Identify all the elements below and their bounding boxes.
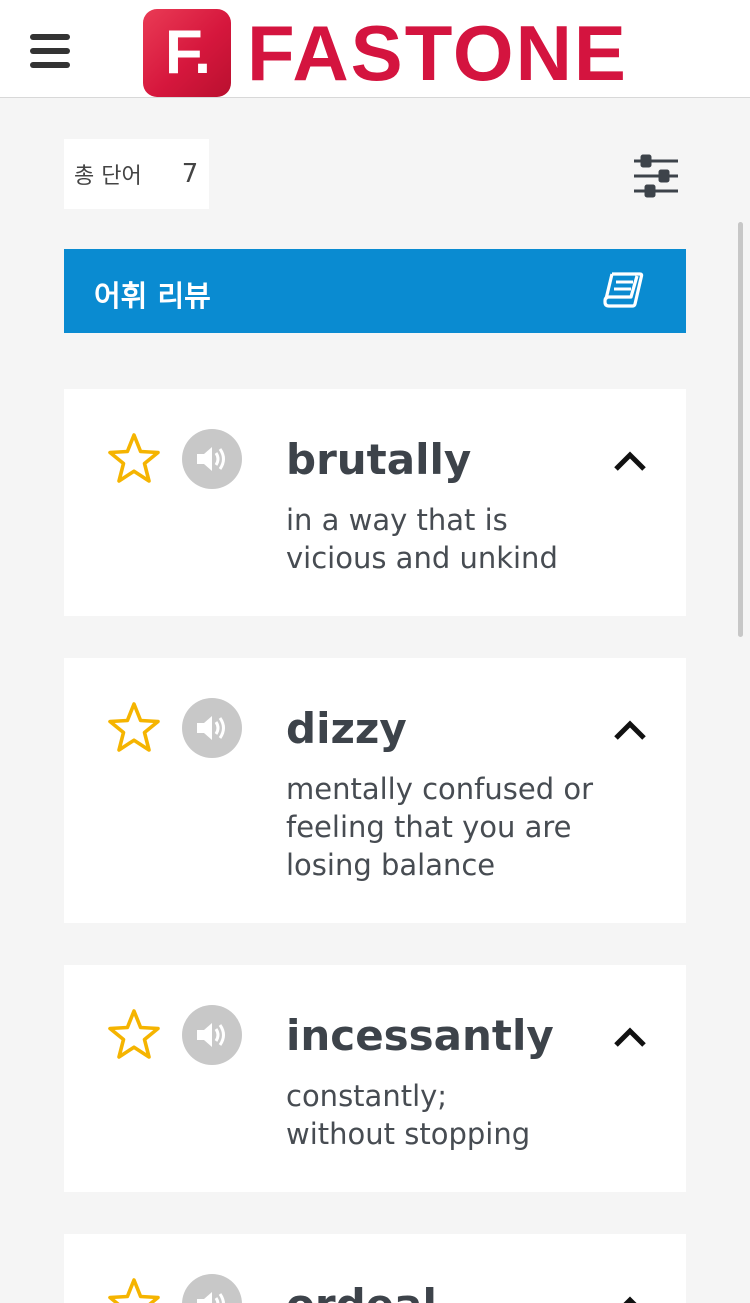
word-term: incessantly xyxy=(286,1011,554,1060)
logo-text: FASTONE xyxy=(247,9,628,97)
word-card: ordeal xyxy=(64,1234,686,1303)
vocab-review-button[interactable]: 어휘 리뷰 xyxy=(64,249,686,333)
menu-line xyxy=(30,62,70,68)
menu-line xyxy=(30,48,70,54)
word-count-label: 총 단어 xyxy=(74,164,142,189)
word-definition: constantly; without stopping xyxy=(286,1077,616,1153)
logo-mark-text: F. xyxy=(164,18,211,87)
word-count-value: 7 xyxy=(181,159,199,189)
menu-line xyxy=(30,34,70,40)
definition-line: mentally confused or xyxy=(286,772,594,806)
star-outline-icon[interactable] xyxy=(106,431,162,487)
chevron-up-icon[interactable] xyxy=(612,1290,648,1303)
word-card: incessantly constantly; without stopping xyxy=(64,965,686,1192)
definition-line: vicious and unkind xyxy=(286,541,558,575)
chevron-up-icon[interactable] xyxy=(612,1021,648,1053)
word-term: ordeal xyxy=(286,1278,437,1303)
word-term: dizzy xyxy=(286,704,407,753)
word-term: brutally xyxy=(286,435,472,484)
scrollbar[interactable] xyxy=(738,222,743,637)
definition-line: feeling that you are xyxy=(286,810,572,844)
star-outline-icon[interactable] xyxy=(106,1007,162,1063)
sliders-icon[interactable] xyxy=(632,154,680,198)
book-icon xyxy=(603,272,644,308)
star-outline-icon[interactable] xyxy=(106,700,162,756)
speaker-icon[interactable] xyxy=(182,1274,242,1303)
logo-mark-icon: F. xyxy=(143,9,231,97)
star-outline-icon[interactable] xyxy=(106,1276,162,1303)
chevron-up-icon[interactable] xyxy=(612,714,648,746)
definition-line: in a way that is xyxy=(286,503,508,537)
hamburger-icon[interactable] xyxy=(30,34,74,74)
definition-line: without stopping xyxy=(286,1117,531,1151)
speaker-icon[interactable] xyxy=(182,429,242,489)
vocab-review-label: 어휘 리뷰 xyxy=(94,279,211,313)
word-card: dizzy mentally confused or feeling that y… xyxy=(64,658,686,923)
brand-logo[interactable]: F. FASTONE xyxy=(143,8,628,98)
definition-line: losing balance xyxy=(286,848,496,882)
word-definition: in a way that is vicious and unkind xyxy=(286,501,616,577)
chevron-up-icon[interactable] xyxy=(612,445,648,477)
definition-line: constantly; xyxy=(286,1079,448,1113)
speaker-icon[interactable] xyxy=(182,698,242,758)
word-definition: mentally confused or feeling that you are… xyxy=(286,770,616,884)
speaker-icon[interactable] xyxy=(182,1005,242,1065)
word-card: brutally in a way that is vicious and unk… xyxy=(64,389,686,616)
word-count-box: 총 단어 7 xyxy=(64,139,209,209)
app-header: F. FASTONE xyxy=(0,0,750,98)
